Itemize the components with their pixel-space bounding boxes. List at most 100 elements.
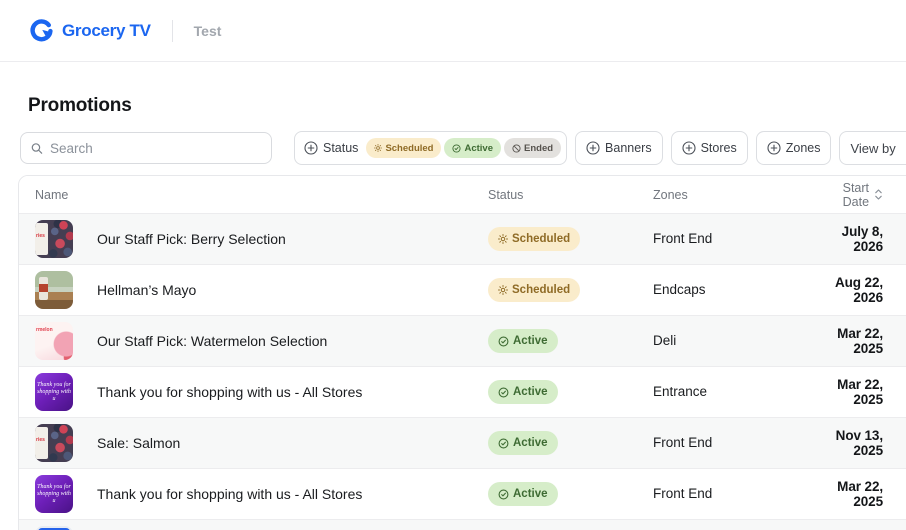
promotion-name: Our Staff Pick: Watermelon Selection: [97, 333, 328, 349]
name-cell: ries Sale: Salmon: [19, 424, 488, 462]
zone-label: Front End: [653, 435, 713, 450]
name-cell: Thank you for shopping with u Thank you …: [19, 373, 488, 411]
thumbnail-caption: ries: [36, 437, 45, 443]
zones-cell: Front End: [653, 230, 813, 248]
table-row[interactable]: DOWNLOAD THE: [19, 520, 906, 530]
circle-plus-icon: [304, 141, 318, 155]
check-circle-icon: [498, 489, 509, 499]
check-circle-icon: [498, 438, 509, 448]
promotion-thumbnail: Thank you for shopping with u: [35, 475, 73, 513]
promotion-thumbnail: ries: [35, 424, 73, 462]
banners-filter-label: Banners: [605, 141, 652, 155]
view-by-label: View by: [850, 140, 896, 156]
promotion-thumbnail: ries: [35, 220, 73, 258]
status-badge: Active: [488, 329, 558, 353]
table-row[interactable]: ries Our Staff Pick: Berry Selection Sch…: [19, 214, 906, 265]
thumbnail-caption: rmelon: [36, 327, 53, 333]
start-date-label: July 8, 2026: [841, 224, 883, 254]
zones-cell: Entrance: [653, 383, 813, 401]
zones-filter-button[interactable]: Zones: [755, 131, 832, 165]
start-date-cell: Mar 22, 2025: [813, 326, 906, 356]
filters-toolbar: Status Scheduled: [20, 131, 906, 165]
start-date-label: Mar 22, 2025: [837, 377, 883, 407]
header-divider: [171, 19, 173, 42]
filter-chip-scheduled[interactable]: Scheduled: [366, 138, 442, 158]
start-date-label: Aug 22, 2026: [834, 275, 883, 305]
status-cell: Active: [488, 380, 653, 404]
start-date-label: Mar 22, 2025: [837, 326, 883, 356]
status-cell: Scheduled: [488, 278, 653, 302]
brand-name: Grocery TV: [62, 20, 151, 40]
environment-label: Test: [193, 22, 222, 39]
check-circle-icon: [498, 336, 509, 346]
status-badge: Active: [488, 431, 558, 455]
status-label: Active: [513, 437, 548, 449]
filter-chip-active[interactable]: Active: [444, 138, 501, 158]
status-cell: Active: [488, 329, 653, 353]
status-badge: Scheduled: [488, 278, 581, 302]
status-cell: Active: [488, 482, 653, 506]
column-header-name[interactable]: Name: [19, 188, 488, 202]
status-label: Active: [513, 488, 548, 500]
start-date-label: Nov 13, 2025: [835, 428, 883, 458]
status-cell: Active: [488, 431, 653, 455]
column-header-label: Start Date: [842, 180, 870, 209]
column-header-start-date[interactable]: Start Date: [813, 181, 906, 209]
status-cell: Scheduled: [488, 227, 653, 251]
search-input-container[interactable]: [20, 132, 272, 164]
table-row[interactable]: Hellman’s Mayo Scheduled Endcaps Aug 22,…: [19, 265, 906, 316]
name-cell: DOWNLOAD THE: [19, 526, 488, 530]
sort-icon[interactable]: [874, 188, 883, 201]
status-filter-label: Status: [323, 141, 359, 155]
circle-plus-icon: [682, 141, 696, 155]
zone-label: Endcaps: [653, 282, 706, 297]
status-label: Scheduled: [512, 233, 571, 245]
start-date-cell: July 8, 2026: [813, 224, 906, 254]
status-chips-box: Scheduled Active Ended: [364, 138, 566, 158]
promotion-thumbnail: DOWNLOAD THE: [35, 526, 73, 530]
sun-icon: [374, 144, 383, 152]
start-date-cell: Nov 13, 2025: [813, 428, 906, 458]
zone-label: Entrance: [653, 384, 708, 399]
name-cell: Thank you for shopping with u Thank you …: [19, 475, 488, 513]
table-row[interactable]: ries Sale: Salmon Active Front End Nov 1…: [19, 418, 906, 469]
slash-circle-icon: [512, 143, 521, 153]
circle-plus-icon: [586, 141, 600, 155]
zones-filter-label: Zones: [785, 141, 821, 155]
table-row[interactable]: Thank you for shopping with u Thank you …: [19, 367, 906, 418]
promotion-name: Our Staff Pick: Berry Selection: [97, 231, 286, 247]
table-row[interactable]: rmelon Our Staff Pick: Watermelon Select…: [19, 316, 906, 367]
status-filter-group: Status Scheduled Active Ended: [294, 131, 568, 165]
zones-cell: Endcaps: [653, 281, 813, 299]
column-header-status[interactable]: Status: [488, 188, 653, 202]
column-header-label: Zones: [653, 187, 688, 202]
table-row[interactable]: Thank you for shopping with u Thank you …: [19, 469, 906, 520]
status-label: Scheduled: [512, 284, 571, 296]
filter-chip-ended[interactable]: Ended: [504, 138, 562, 158]
page-title: Promotions: [28, 95, 132, 116]
view-by-select[interactable]: View by: [839, 131, 906, 165]
column-header-zones[interactable]: Zones: [653, 188, 813, 202]
chip-label: Scheduled: [385, 142, 434, 154]
start-date-cell: Mar 22, 2025: [813, 377, 906, 407]
banners-filter-button[interactable]: Banners: [575, 131, 663, 165]
thumbnail-caption: Thank you for shopping with u: [37, 484, 71, 504]
name-cell: rmelon Our Staff Pick: Watermelon Select…: [19, 322, 488, 360]
zones-cell: Deli: [653, 332, 813, 350]
name-cell: Hellman’s Mayo: [19, 271, 488, 309]
status-filter-button[interactable]: Status: [295, 141, 364, 155]
chip-label: Active: [464, 142, 493, 154]
promotion-thumbnail: Thank you for shopping with u: [35, 373, 73, 411]
table-header-row: Name Status Zones Start Date: [19, 176, 906, 214]
column-header-label: Name: [35, 187, 69, 202]
status-label: Active: [513, 335, 548, 347]
thumbnail-caption: ries: [36, 233, 45, 239]
grocery-tv-logo[interactable]: Grocery TV: [30, 19, 151, 42]
zones-cell: Front End: [653, 434, 813, 452]
start-date-label: Mar 22, 2025: [837, 479, 883, 509]
check-circle-icon: [498, 387, 509, 397]
search-input[interactable]: [49, 140, 261, 156]
status-badge: Active: [488, 482, 558, 506]
stores-filter-button[interactable]: Stores: [670, 131, 748, 165]
top-nav-bar: Grocery TV Test: [0, 0, 906, 62]
